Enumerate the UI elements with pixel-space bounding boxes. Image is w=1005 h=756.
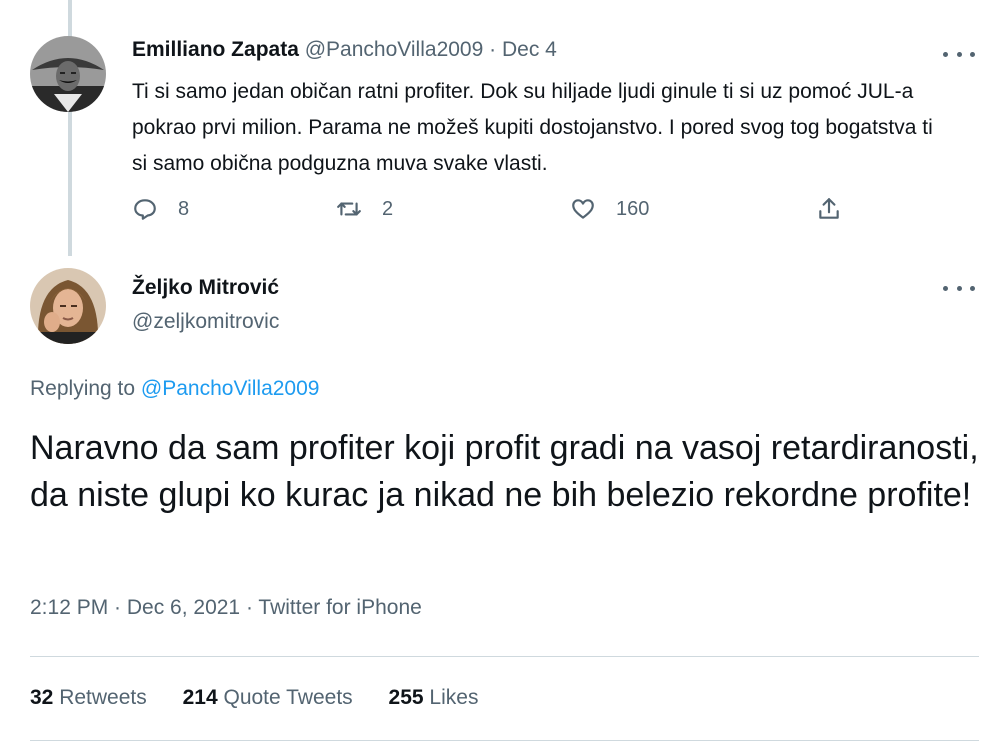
share-icon	[819, 198, 839, 219]
reply-count: 8	[178, 197, 190, 220]
avatar[interactable]	[30, 36, 106, 112]
reply-button[interactable]: 8	[132, 196, 189, 222]
tweet-header: Emilliano Zapata @PanchoVilla2009 · Dec …	[132, 38, 557, 62]
tweet-text: Ti si samo jedan običan ratni profiter. …	[132, 80, 933, 175]
quote-tweets-stat[interactable]: 214 Quote Tweets	[183, 686, 353, 709]
replying-to: Replying to @PanchoVilla2009	[30, 377, 319, 401]
tweet-text: Naravno da sam profiter koji profit grad…	[30, 429, 979, 514]
divider	[30, 740, 979, 741]
replying-to-link[interactable]: @PanchoVilla2009	[141, 377, 320, 400]
like-icon	[572, 199, 594, 219]
separator-dot: ·	[489, 38, 497, 61]
tweet-actions: 8 2 160	[132, 196, 852, 226]
likes-stat[interactable]: 255 Likes	[389, 686, 479, 709]
retweet-icon	[337, 202, 361, 216]
quote-tweets-count: 214	[182, 686, 218, 709]
more-icon[interactable]	[943, 46, 975, 62]
divider	[30, 656, 979, 657]
avatar[interactable]	[30, 268, 106, 344]
author-name[interactable]: Emilliano Zapata	[132, 38, 299, 61]
like-button[interactable]: 160	[570, 196, 649, 222]
tweet-date[interactable]: Dec 4	[502, 38, 557, 61]
quote-tweets-label: Quote Tweets	[223, 686, 353, 709]
author-name[interactable]: Željko Mitrović	[132, 276, 279, 300]
reply-icon	[134, 199, 156, 220]
retweets-stat[interactable]: 32 Retweets	[30, 686, 147, 709]
likes-label: Likes	[429, 686, 479, 709]
author-handle[interactable]: @PanchoVilla2009	[305, 38, 484, 61]
share-button[interactable]	[816, 196, 842, 222]
retweets-count: 32	[30, 686, 54, 709]
retweet-button[interactable]: 2	[336, 196, 393, 222]
more-icon[interactable]	[943, 280, 975, 296]
likes-count: 255	[388, 686, 424, 709]
tweet-stats: 32 Retweets 214 Quote Tweets 255 Likes	[30, 686, 508, 710]
retweets-label: Retweets	[59, 686, 147, 709]
like-count: 160	[616, 197, 650, 220]
tweet-meta[interactable]: 2:12 PM · Dec 6, 2021 · Twitter for iPho…	[30, 596, 422, 620]
replying-prefix: Replying to	[30, 377, 136, 400]
retweet-count: 2	[382, 197, 394, 220]
author-handle[interactable]: @zeljkomitrovic	[132, 310, 279, 334]
